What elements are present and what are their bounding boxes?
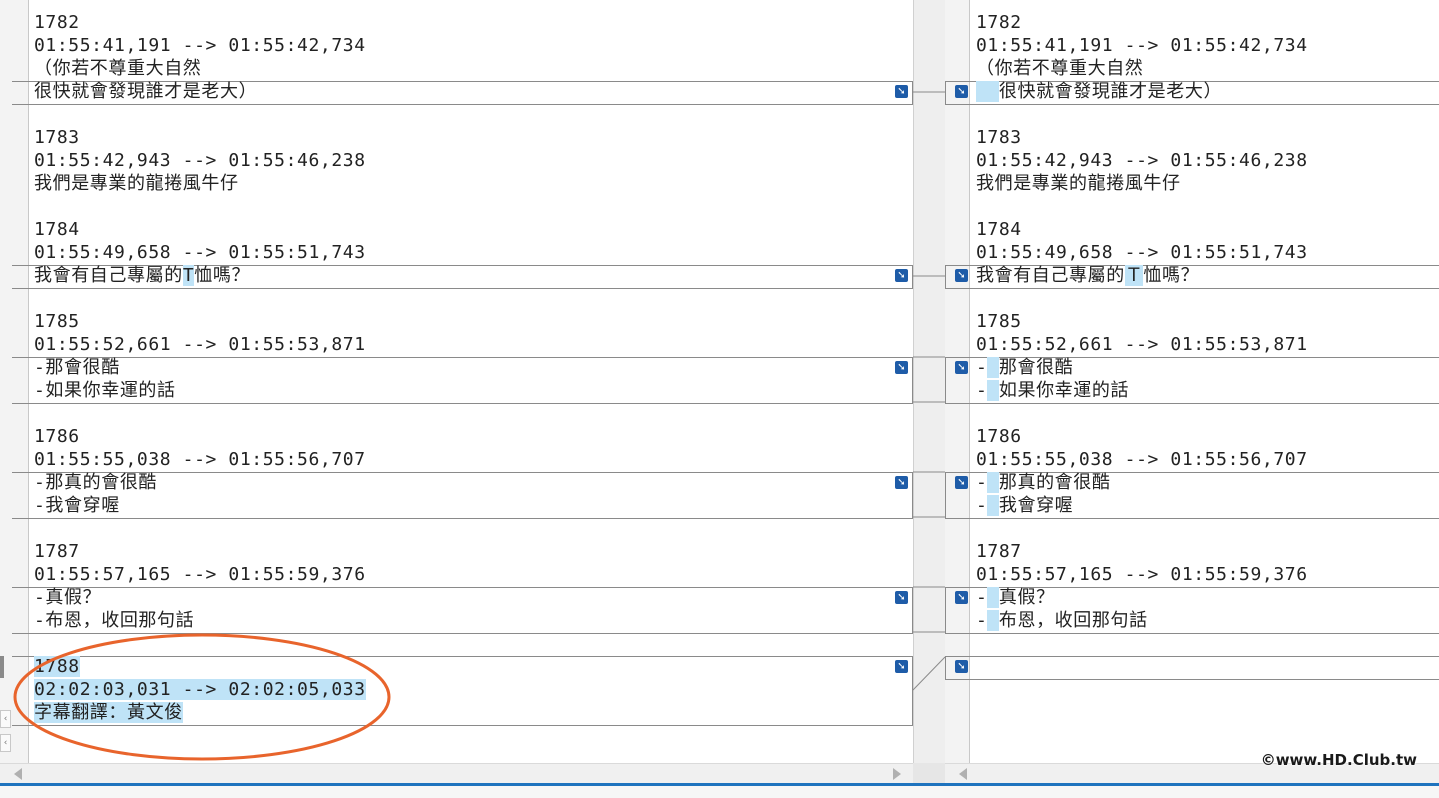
copy-to-right-icon[interactable]: ➘ [895, 85, 908, 98]
diff-connector-lines [913, 91, 945, 691]
left-line-2: （你若不尊重大自然 [34, 58, 202, 79]
right-line-3: 1783 [976, 127, 1022, 148]
left-line-12: -如果你幸運的話 [34, 380, 176, 401]
copy-to-left-icon[interactable]: ➘ [955, 660, 968, 673]
center-scroll-spacer [913, 763, 945, 783]
left-line-14: 01:55:55,038 --> 01:55:56,707 [34, 449, 366, 470]
right-dialogue-line-2: - 那真的會很酷 [976, 472, 1111, 493]
right-line-13: 01:55:57,165 --> 01:55:59,376 [976, 564, 1308, 585]
right-dialogue-line-5: - 布恩，收回那句話 [976, 610, 1148, 631]
status-bar [0, 783, 1439, 798]
copy-to-right-icon[interactable]: ➘ [895, 660, 908, 673]
copy-to-right-icon[interactable]: ➘ [895, 269, 908, 282]
left-line-3: 很快就會發現誰才是老大） [34, 81, 258, 102]
left-line-19: -真假？ [34, 587, 102, 608]
left-side-tick-bottom[interactable]: ‹ [0, 734, 11, 752]
right-line-11: 01:55:55,038 --> 01:55:56,707 [976, 449, 1308, 470]
left-line-1784-text: 我會有自己專屬的T恤嗎？ [34, 265, 251, 286]
right-dialogue-line-4: - 真假？ [976, 587, 1055, 608]
copy-to-left-icon[interactable]: ➘ [955, 591, 968, 604]
copy-to-left-icon[interactable]: ➘ [955, 476, 968, 489]
right-line-8: 1785 [976, 311, 1022, 332]
right-line-5: 我們是專業的龍捲風牛仔 [976, 173, 1181, 194]
right-file-pane[interactable]: 1782 01:55:41,191 --> 01:55:42,734 （你若不尊重大… [945, 0, 1439, 763]
left-line-1: 01:55:41,191 --> 01:55:42,734 [34, 35, 366, 56]
right-line-1784-text: 我會有自己專屬的Ｔ恤嗎？ [976, 265, 1200, 286]
right-line-1782b: 很快就會發現誰才是老大） [976, 80, 1222, 103]
left-line-5: 01:55:42,943 --> 01:55:46,238 [34, 150, 366, 171]
changed-char-highlight: Ｔ [1124, 265, 1144, 286]
copy-to-left-icon[interactable]: ➘ [955, 269, 968, 282]
right-line-2: （你若不尊重大自然 [976, 58, 1144, 79]
right-line-9: 01:55:52,661 --> 01:55:53,871 [976, 334, 1308, 355]
right-line-1: 01:55:41,191 --> 01:55:42,734 [976, 35, 1308, 56]
added-subtitle-text: 字幕翻譯：黃文俊 [34, 702, 183, 723]
copy-to-right-icon[interactable]: ➘ [895, 591, 908, 604]
scroll-left-arrow-icon[interactable] [14, 768, 22, 780]
right-line-10: 1786 [976, 426, 1022, 447]
left-horizontal-scrollbar[interactable] [0, 763, 913, 784]
right-dialogue-line-3: - 我會穿喔 [976, 495, 1074, 516]
left-line-17: 1787 [34, 541, 80, 562]
added-subtitle-number: 1788 [34, 656, 80, 677]
scroll-left-arrow-icon[interactable] [959, 768, 967, 780]
left-line-6: 我們是專業的龍捲風牛仔 [34, 173, 239, 194]
diff-block-1788-empty[interactable] [945, 656, 1439, 680]
left-line-0: 1782 [34, 12, 80, 33]
copy-to-right-icon[interactable]: ➘ [895, 361, 908, 374]
copy-to-left-icon[interactable]: ➘ [955, 85, 968, 98]
left-line-11: -那會很酷 [34, 357, 120, 378]
left-line-4: 1783 [34, 127, 80, 148]
left-file-pane[interactable]: 1782 01:55:41,191 --> 01:55:42,734 （你若不尊重大… [0, 0, 913, 763]
left-line-16: -我會穿喔 [34, 495, 120, 516]
left-line-15: -那真的會很酷 [34, 472, 158, 493]
left-line-20: -布恩，收回那句話 [34, 610, 195, 631]
left-line-13: 1786 [34, 426, 80, 447]
scroll-right-arrow-icon[interactable] [893, 768, 901, 780]
right-line-0: 1782 [976, 12, 1022, 33]
changed-char-highlight: T [182, 265, 195, 286]
copy-to-left-icon[interactable]: ➘ [955, 361, 968, 374]
left-side-tick-top[interactable]: ‹ [0, 710, 11, 728]
right-dialogue-line-0: - 那會很酷 [976, 357, 1074, 378]
right-line-4: 01:55:42,943 --> 01:55:46,238 [976, 150, 1308, 171]
left-line-10: 01:55:52,661 --> 01:55:53,871 [34, 334, 366, 355]
left-line-8: 01:55:49,658 --> 01:55:51,743 [34, 242, 366, 263]
left-line-7: 1784 [34, 219, 80, 240]
left-line-18: 01:55:57,165 --> 01:55:59,376 [34, 564, 366, 585]
watermark-text: ©www.HD.Club.tw [1260, 751, 1417, 769]
added-subtitle-time: 02:02:03,031 --> 02:02:05,033 [34, 679, 366, 700]
copy-to-right-icon[interactable]: ➘ [895, 476, 908, 489]
right-line-6: 1784 [976, 219, 1022, 240]
left-line-9: 1785 [34, 311, 80, 332]
right-line-12: 1787 [976, 541, 1022, 562]
scroll-position-marker [0, 656, 4, 678]
right-line-7: 01:55:49,658 --> 01:55:51,743 [976, 242, 1308, 263]
right-dialogue-line-1: - 如果你幸運的話 [976, 380, 1130, 401]
